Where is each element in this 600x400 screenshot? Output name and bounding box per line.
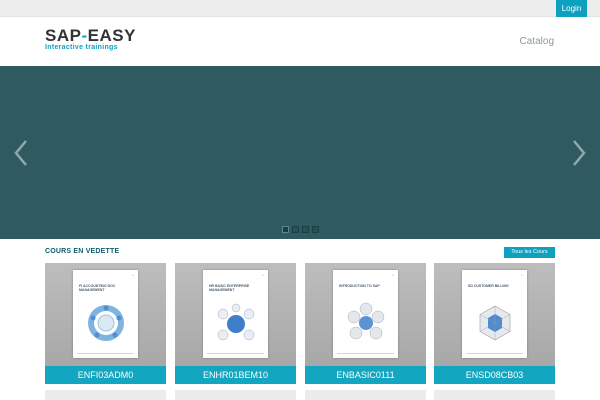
chevron-right-icon[interactable] bbox=[569, 138, 589, 168]
slider-dot[interactable] bbox=[292, 226, 299, 233]
course-cover: ▪▪ SD CUSTOMER BILLING bbox=[462, 270, 527, 358]
cover-footer-line bbox=[466, 353, 523, 354]
course-card-next-row[interactable] bbox=[434, 390, 555, 400]
logo-sap: SAP bbox=[45, 26, 82, 45]
cover-brand: ▪▪ bbox=[521, 274, 523, 277]
course-card-next-row[interactable] bbox=[305, 390, 426, 400]
top-bar: Login bbox=[0, 0, 600, 17]
cover-title: HR BASIC ENTERPRISE MANAGEMENT bbox=[209, 284, 250, 292]
course-code: ENSD08CB03 bbox=[434, 366, 555, 384]
login-button[interactable]: Login bbox=[556, 0, 587, 17]
course-code: ENFI03ADM0 bbox=[45, 366, 166, 384]
cover-brand: ▪▪ bbox=[132, 274, 134, 277]
cover-title: INTRODUCTION TO SAP bbox=[339, 284, 380, 288]
course-card[interactable]: ▪▪ FI ACCOUNTING DOC MANAGEMENT ENFI03AD… bbox=[45, 263, 166, 384]
course-list: ▪▪ FI ACCOUNTING DOC MANAGEMENT ENFI03AD… bbox=[45, 263, 555, 384]
slider-dot[interactable] bbox=[312, 226, 319, 233]
all-courses-button[interactable]: Tous les Cours bbox=[504, 247, 555, 258]
course-cover: ▪▪ INTRODUCTION TO SAP bbox=[333, 270, 398, 358]
cover-title: SD CUSTOMER BILLING bbox=[468, 284, 509, 288]
slider-dot[interactable] bbox=[282, 226, 289, 233]
cycle-diagram-icon bbox=[88, 305, 124, 341]
logo-wordmark: SAP-EASY bbox=[45, 27, 136, 44]
course-card-next-row[interactable] bbox=[175, 390, 296, 400]
cover-brand: ▪▪ bbox=[392, 274, 394, 277]
course-cover: ▪▪ HR BASIC ENTERPRISE MANAGEMENT bbox=[203, 270, 268, 358]
logo-tagline: Interactive trainings bbox=[45, 44, 118, 51]
logo-easy: EASY bbox=[87, 26, 136, 45]
slider-dot[interactable] bbox=[302, 226, 309, 233]
cover-footer-line bbox=[337, 353, 394, 354]
featured-courses-heading: COURS EN VEDETTE bbox=[45, 248, 120, 255]
site-logo[interactable]: SAP-EASY Interactive trainings bbox=[45, 27, 136, 52]
cover-brand: ▪▪ bbox=[262, 274, 264, 277]
cover-footer-line bbox=[207, 353, 264, 354]
cover-footer-line bbox=[77, 353, 134, 354]
course-card[interactable]: ▪▪ SD CUSTOMER BILLING ENSD08CB03 bbox=[434, 263, 555, 384]
hero-slider bbox=[0, 66, 600, 239]
cover-title: FI ACCOUNTING DOC MANAGEMENT bbox=[79, 284, 116, 292]
course-card[interactable]: ▪▪ HR BASIC ENTERPRISE MANAGEMENT ENHR01… bbox=[175, 263, 296, 384]
hexagon-diagram-icon bbox=[479, 305, 511, 341]
course-code: ENHR01BEM10 bbox=[175, 366, 296, 384]
course-card[interactable]: ▪▪ INTRODUCTION TO SAP ENBASIC0111 bbox=[305, 263, 426, 384]
slider-pagination bbox=[282, 226, 319, 233]
chevron-left-icon[interactable] bbox=[11, 138, 31, 168]
hub-diagram-icon bbox=[347, 302, 385, 340]
sphere-diagram-icon bbox=[217, 303, 255, 341]
course-cover: ▪▪ FI ACCOUNTING DOC MANAGEMENT bbox=[73, 270, 138, 358]
catalog-link[interactable]: Catalog bbox=[520, 36, 554, 47]
site-header: SAP-EASY Interactive trainings Catalog bbox=[0, 17, 600, 66]
course-code: ENBASIC0111 bbox=[305, 366, 426, 384]
course-card-next-row[interactable] bbox=[45, 390, 166, 400]
